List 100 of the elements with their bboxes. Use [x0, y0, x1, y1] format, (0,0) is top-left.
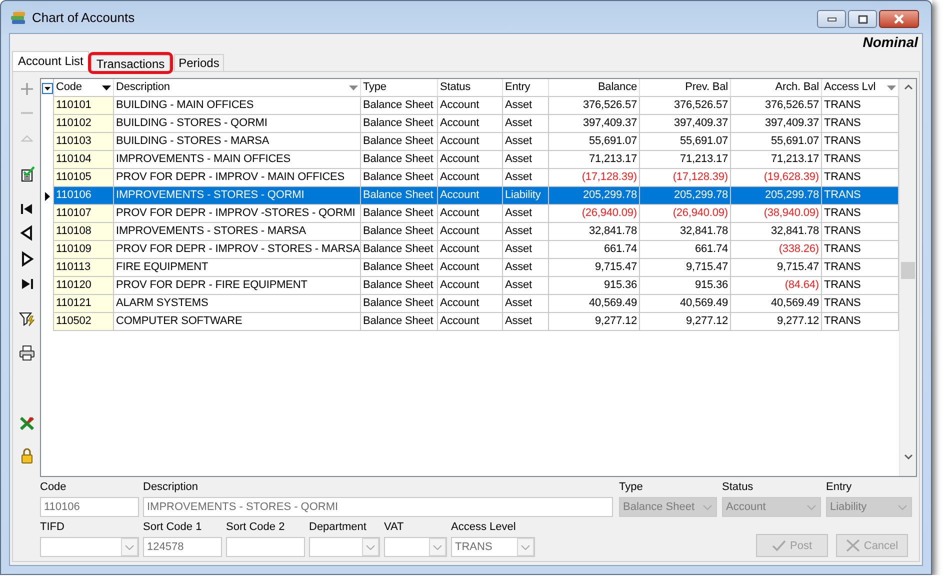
- tab[interactable]: Account List: [12, 51, 90, 71]
- table-cell: 110102: [54, 115, 114, 133]
- table-row[interactable]: 110109 PROV FOR DEPR - IMPROV - STORES - MARSA Balance Sheet Account Asset 661.74 661.74 (338.26) TRANS: [41, 241, 899, 259]
- chevron-down-icon: [807, 504, 816, 510]
- scrollbar[interactable]: [899, 79, 916, 476]
- table-cell: 915.36: [640, 277, 731, 295]
- table-cell: Balance Sheet: [361, 259, 438, 277]
- table-cell: 376,526.57: [640, 97, 731, 115]
- table-cell: Account: [438, 205, 503, 223]
- table-cell: Asset: [503, 115, 549, 133]
- field-label: Entry: [826, 481, 853, 494]
- table-cell: 9,715.47: [549, 259, 640, 277]
- table-row[interactable]: 110107 PROV FOR DEPR - IMPROV -STORES - QORMI Balance Sheet Account Asset (26,940.09) (26,940.09) (38,940.09) TRANS: [41, 205, 899, 223]
- column-header[interactable]: Entry: [503, 79, 549, 97]
- table-cell: Account: [438, 313, 503, 331]
- table-cell: Account: [438, 295, 503, 313]
- table-cell: 71,213.17: [640, 151, 731, 169]
- printer-icon: [18, 345, 34, 361]
- chevron-down-icon: [898, 504, 907, 510]
- maximize-button[interactable]: [848, 10, 877, 28]
- tab[interactable]: Periods: [174, 54, 224, 71]
- column-header[interactable]: Description: [114, 79, 361, 97]
- table-cell: 32,841.78: [640, 223, 731, 241]
- table-cell: FIRE EQUIPMENT: [114, 259, 361, 277]
- table-cell: 661.74: [549, 241, 640, 259]
- table-cell: 40,569.49: [549, 295, 640, 313]
- table-cell: 71,213.17: [549, 151, 640, 169]
- table-cell: 110101: [54, 97, 114, 115]
- field-label: Department: [309, 521, 368, 534]
- column-header[interactable]: Balance: [549, 79, 640, 97]
- minimize-button[interactable]: [817, 10, 846, 28]
- table-cell: Account: [438, 277, 503, 295]
- stacked-books-icon: [10, 8, 27, 26]
- dropdown-field[interactable]: TRANS: [451, 537, 535, 557]
- chevron-down-icon: [366, 544, 375, 550]
- field-label: Status: [722, 481, 754, 494]
- table-cell: 110109: [54, 241, 114, 259]
- table-cell: Asset: [503, 277, 549, 295]
- table-cell: (26,940.09): [549, 205, 640, 223]
- table-cell: (84.64): [731, 277, 822, 295]
- table-cell: 205,299.78: [731, 187, 822, 205]
- table-row[interactable]: 110120 PROV FOR DEPR - FIRE EQUIPMENT Balance Sheet Account Asset 915.36 915.36 (84.64) TRANS: [41, 277, 899, 295]
- field-label: Sort Code 2: [226, 521, 286, 534]
- table-row[interactable]: 110102 BUILDING - STORES - QORMI Balance Sheet Account Asset 397,409.37 397,409.37 397,409.37 TRANS: [41, 115, 899, 133]
- column-header[interactable]: Prev. Bal: [640, 79, 731, 97]
- tab[interactable]: Transactions: [91, 55, 170, 71]
- table-cell: Balance Sheet: [361, 223, 438, 241]
- table-cell: Account: [438, 151, 503, 169]
- chevron-down-icon: [521, 544, 530, 550]
- table-cell: Asset: [503, 241, 549, 259]
- close-icon: [893, 14, 905, 24]
- scroll-thumb[interactable]: [901, 262, 915, 279]
- cross-icon: [846, 539, 860, 552]
- chevron-down-icon: [703, 504, 712, 510]
- checked-document-icon: [18, 166, 34, 182]
- table-cell: Asset: [503, 151, 549, 169]
- table-cell: 55,691.07: [549, 133, 640, 151]
- table-cell: 397,409.37: [549, 115, 640, 133]
- table-cell: 9,277.12: [549, 313, 640, 331]
- table-row[interactable]: 110104 IMPROVEMENTS - MAIN OFFICES Balance Sheet Account Asset 71,213.17 71,213.17 71,213.17 TRANS: [41, 151, 899, 169]
- column-header[interactable]: Arch. Bal: [731, 79, 822, 97]
- dropdown-field[interactable]: [309, 537, 380, 557]
- close-button[interactable]: [879, 10, 919, 28]
- field-label: Access Level: [451, 521, 517, 534]
- table-row[interactable]: 110108 IMPROVEMENTS - STORES - MARSA Balance Sheet Account Asset 32,841.78 32,841.78 32,841.78 TRANS: [41, 223, 899, 241]
- row-pointer-icon: [44, 192, 50, 200]
- table-cell: COMPUTER SOFTWARE: [114, 313, 361, 331]
- table-row[interactable]: 110121 ALARM SYSTEMS Balance Sheet Account Asset 40,569.49 40,569.49 40,569.49 TRANS: [41, 295, 899, 313]
- table-row[interactable]: 110106 IMPROVEMENTS - STORES - QORMI Balance Sheet Account Liability 205,299.78 205,299.78 205,299.78 TRANS: [41, 187, 899, 205]
- text-field[interactable]: IMPROVEMENTS - STORES - QORMI: [143, 497, 613, 517]
- table-cell: IMPROVEMENTS - STORES - MARSA: [114, 223, 361, 241]
- table-row[interactable]: 110103 BUILDING - STORES - MARSA Balance Sheet Account Asset 55,691.07 55,691.07 55,691.07 TRANS: [41, 133, 899, 151]
- field-label: Type: [619, 481, 644, 494]
- first-record-icon: [18, 201, 34, 217]
- table-cell: Asset: [503, 133, 549, 151]
- dropdown-field[interactable]: [384, 537, 447, 557]
- table-row[interactable]: 110113 FIRE EQUIPMENT Balance Sheet Account Asset 9,715.47 9,715.47 9,715.47 TRANS: [41, 259, 899, 277]
- table-row[interactable]: 110502 COMPUTER SOFTWARE Balance Sheet Account Asset 9,277.12 9,277.12 9,277.12 TRANS: [41, 313, 899, 331]
- chevron-down-icon: [433, 544, 442, 550]
- text-field[interactable]: 110106: [40, 497, 139, 517]
- scroll-up-icon: [904, 84, 912, 90]
- table-cell: Asset: [503, 259, 549, 277]
- table-cell: Asset: [503, 205, 549, 223]
- padlock-icon: [18, 448, 34, 464]
- table-cell: 32,841.78: [549, 223, 640, 241]
- text-field[interactable]: [226, 537, 305, 557]
- filter-lightning-icon: [18, 311, 34, 327]
- column-header[interactable]: Type: [361, 79, 438, 97]
- table-cell: BUILDING - STORES - MARSA: [114, 133, 361, 151]
- table-row[interactable]: 110101 BUILDING - MAIN OFFICES Balance Sheet Account Asset 376,526.57 376,526.57 376,526.57 TRANS: [41, 97, 899, 115]
- column-header[interactable]: Status: [438, 79, 503, 97]
- table-cell: 40,569.49: [731, 295, 822, 313]
- dropdown-field[interactable]: [40, 537, 139, 557]
- table-cell: Asset: [503, 295, 549, 313]
- table-cell: Balance Sheet: [361, 133, 438, 151]
- table-cell: 9,715.47: [640, 259, 731, 277]
- table-cell: 9,715.47: [731, 259, 822, 277]
- text-field[interactable]: 124578: [143, 537, 222, 557]
- table-cell: PROV FOR DEPR - FIRE EQUIPMENT: [114, 277, 361, 295]
- table-cell: Account: [438, 223, 503, 241]
